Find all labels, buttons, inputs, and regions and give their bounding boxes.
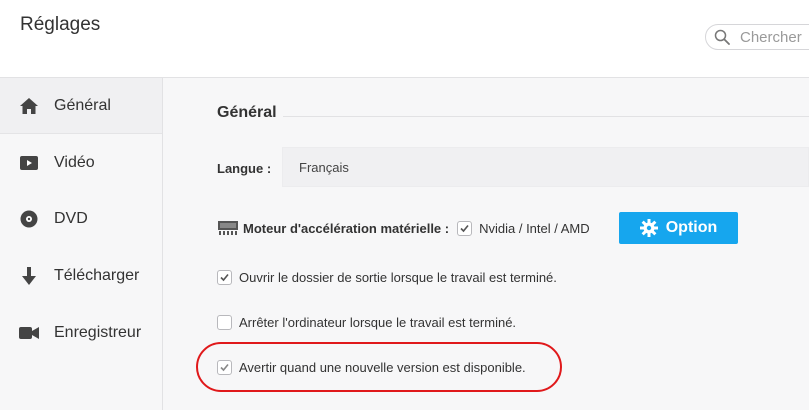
disc-icon: [19, 209, 39, 229]
checkmark-icon: [220, 273, 229, 282]
search-box[interactable]: [705, 24, 809, 50]
sidebar-item-label: Vidéo: [54, 154, 95, 171]
home-icon: [19, 96, 39, 116]
option-button-label: Option: [665, 219, 718, 236]
sidebar-item-label: Général: [54, 96, 111, 114]
sidebar-item-general[interactable]: Général: [0, 78, 162, 134]
section-title: Général: [217, 104, 277, 121]
search-input[interactable]: [740, 28, 809, 46]
sidebar-item-dvd[interactable]: DVD: [0, 191, 162, 247]
download-icon: [19, 266, 39, 286]
sidebar-item-recorder[interactable]: Enregistreur: [0, 305, 162, 361]
settings-panel: Général Langue : Français Moteur d'accél…: [163, 78, 809, 410]
option-row-shutdown: Arrêter l'ordinateur lorsque le travail …: [217, 315, 516, 330]
language-select[interactable]: Français: [282, 147, 809, 187]
sidebar-item-video[interactable]: Vidéo: [0, 135, 162, 191]
shutdown-label: Arrêter l'ordinateur lorsque le travail …: [239, 315, 517, 330]
shutdown-checkbox[interactable]: [217, 315, 232, 330]
video-icon: [19, 153, 39, 173]
open-folder-checkbox[interactable]: [217, 270, 232, 285]
sidebar-item-label: Télécharger: [54, 267, 140, 284]
language-value: Français: [299, 160, 349, 175]
gpu-icon: [218, 221, 238, 235]
app-title: Réglages: [20, 14, 101, 35]
hw-accel-checkbox-label: Nvidia / Intel / AMD: [479, 220, 590, 236]
gear-icon: [639, 219, 658, 237]
hw-accel-row: Moteur d'accélération matérielle : Nvidi…: [217, 219, 590, 237]
sidebar-item-label: DVD: [54, 210, 88, 227]
hw-accel-label: Moteur d'accélération matérielle :: [243, 220, 450, 236]
sidebar: Général Vidéo DVD Télécharger Enregistre…: [0, 78, 163, 410]
header: Réglages: [0, 0, 809, 78]
hw-accel-checkbox[interactable]: [457, 220, 473, 236]
checkmark-icon: [460, 224, 469, 232]
sidebar-item-label: Enregistreur: [54, 324, 142, 341]
camera-icon: [19, 323, 39, 343]
highlight-annotation: [196, 342, 562, 392]
section-divider: [283, 116, 809, 117]
option-button[interactable]: Option: [619, 212, 738, 244]
open-folder-label: Ouvrir le dossier de sortie lorsque le t…: [239, 270, 557, 285]
option-row-open-folder: Ouvrir le dossier de sortie lorsque le t…: [217, 270, 557, 285]
sidebar-item-download[interactable]: Télécharger: [0, 248, 162, 304]
language-label: Langue :: [217, 161, 272, 176]
search-icon: [714, 29, 730, 45]
